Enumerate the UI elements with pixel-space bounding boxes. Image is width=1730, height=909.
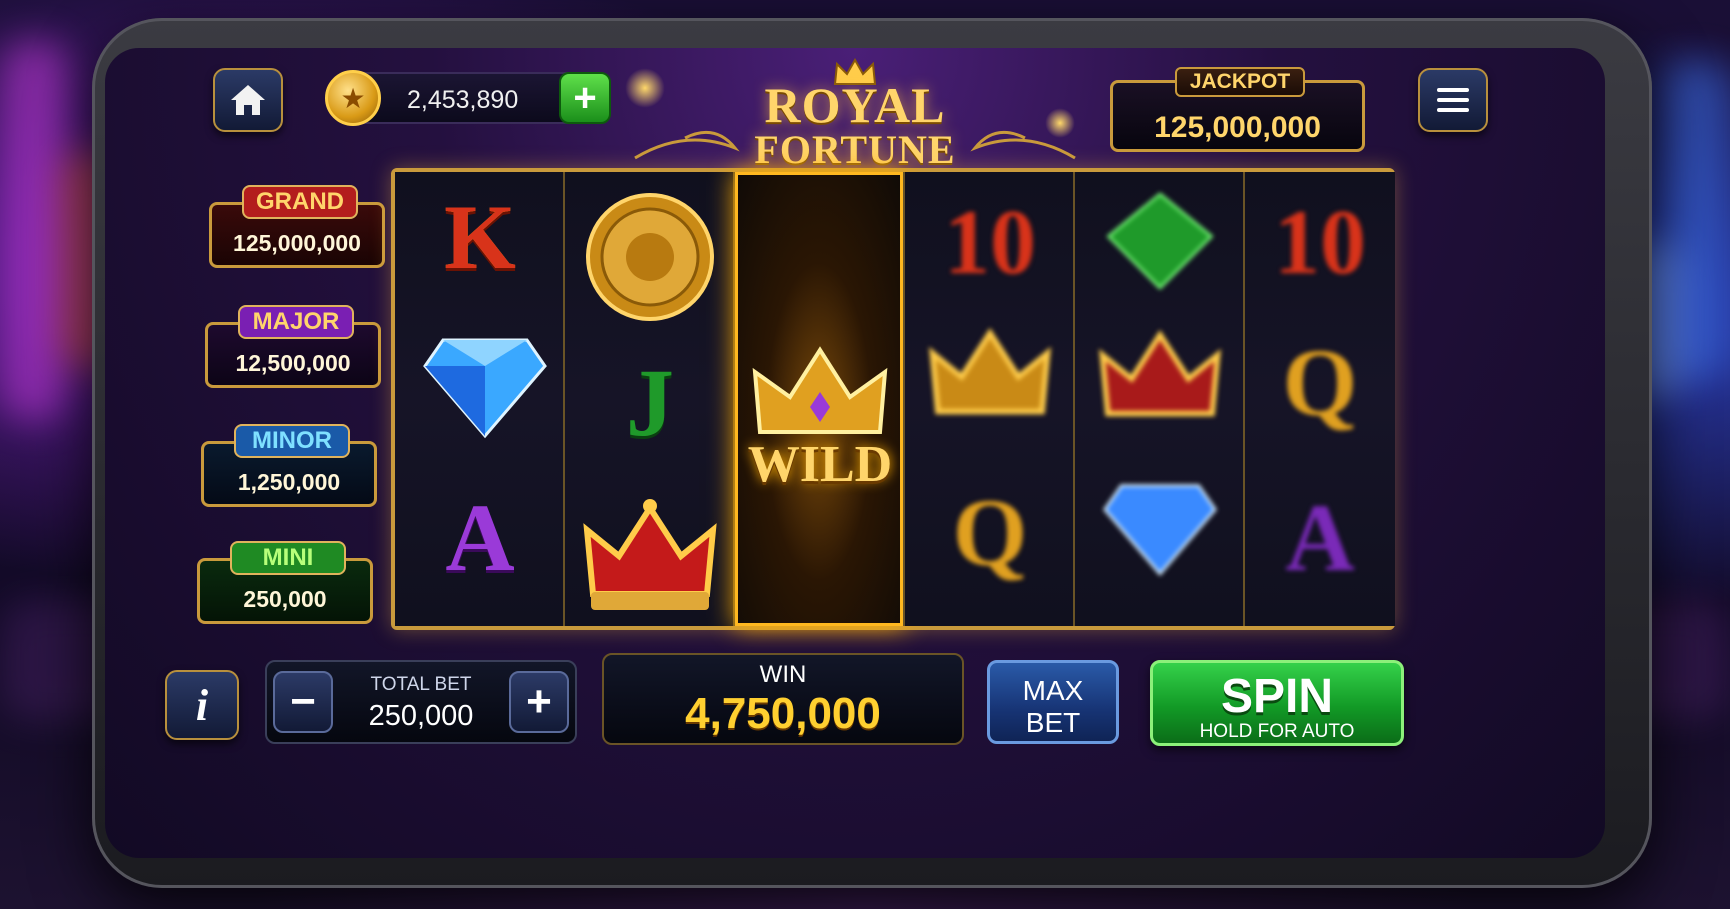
decrease-bet-button[interactable]: − bbox=[273, 671, 333, 733]
coin-icon: ★ bbox=[325, 70, 381, 126]
info-icon: i bbox=[195, 680, 209, 730]
symbol-emerald bbox=[1106, 192, 1214, 290]
jackpot-display: JACKPOT 125,000,000 bbox=[1110, 67, 1365, 152]
tier-major-label: MAJOR bbox=[238, 305, 354, 339]
menu-button[interactable] bbox=[1418, 68, 1488, 132]
symbol-ten: 10 bbox=[944, 191, 1036, 293]
reel-2: J bbox=[565, 172, 735, 626]
tier-minor: MINOR 1,250,000 bbox=[201, 424, 377, 507]
tier-major-value: 12,500,000 bbox=[235, 350, 351, 376]
home-button[interactable] bbox=[213, 68, 283, 132]
symbol-diamond bbox=[423, 338, 547, 439]
game-logo: ROYAL FORTUNE bbox=[625, 48, 1085, 178]
add-coins-button[interactable]: + bbox=[559, 72, 611, 124]
symbol-jack: J bbox=[626, 348, 674, 456]
symbol-ace: A bbox=[445, 483, 515, 591]
tier-mini-label: MINI bbox=[230, 541, 346, 575]
symbol-crown bbox=[1098, 329, 1222, 417]
reel-4: 10 Q bbox=[905, 172, 1075, 626]
reel-3-wild: WILD bbox=[735, 172, 905, 626]
reel-grid: K A J WILD 10 Q 10 Q A bbox=[391, 168, 1395, 630]
symbol-queen: Q bbox=[1282, 328, 1358, 436]
game-screen: ★ 2,453,890 + ROYAL FORTUNE JACKPOT 125,… bbox=[105, 48, 1605, 858]
reel-6: 10 Q A bbox=[1245, 172, 1395, 626]
spin-label: SPIN bbox=[1220, 670, 1334, 723]
win-value: 4,750,000 bbox=[685, 689, 881, 738]
max-bet-button[interactable]: MAX BET bbox=[987, 660, 1119, 744]
symbol-crown bbox=[928, 327, 1052, 415]
tier-mini-value: 250,000 bbox=[243, 586, 327, 612]
reel-5 bbox=[1075, 172, 1245, 626]
symbol-ten: 10 bbox=[1274, 191, 1366, 293]
coin-balance-bar: ★ 2,453,890 + bbox=[325, 70, 611, 126]
symbol-king: K bbox=[444, 186, 516, 288]
spin-button[interactable]: SPIN HOLD FOR AUTO bbox=[1150, 660, 1404, 746]
tier-major: MAJOR 12,500,000 bbox=[205, 305, 381, 388]
total-bet-value: 250,000 bbox=[368, 700, 474, 732]
jackpot-label: JACKPOT bbox=[1175, 67, 1305, 97]
logo-flourish bbox=[634, 130, 1076, 160]
symbol-wild-crown bbox=[752, 346, 888, 434]
increase-bet-button[interactable]: + bbox=[509, 671, 569, 733]
symbol-diamond bbox=[1103, 484, 1217, 577]
hamburger-menu-icon bbox=[1437, 88, 1469, 112]
coin-balance: 2,453,890 bbox=[407, 86, 519, 114]
symbol-crown bbox=[583, 499, 717, 610]
wild-label: WILD bbox=[747, 435, 893, 493]
max-bet-label-line2: BET bbox=[1025, 707, 1081, 738]
symbol-queen: Q bbox=[952, 478, 1028, 586]
reel-1: K A bbox=[395, 172, 565, 626]
total-bet-label: TOTAL BET bbox=[370, 674, 472, 695]
home-icon bbox=[231, 85, 265, 115]
jackpot-value: 125,000,000 bbox=[1154, 111, 1321, 144]
symbol-lion-coin bbox=[586, 193, 714, 321]
tier-grand: GRAND 125,000,000 bbox=[209, 185, 385, 268]
total-bet-panel: − TOTAL BET 250,000 + bbox=[265, 660, 577, 744]
tier-minor-value: 1,250,000 bbox=[237, 469, 341, 495]
tier-minor-label: MINOR bbox=[234, 424, 350, 458]
max-bet-label-line1: MAX bbox=[1022, 675, 1084, 706]
info-button[interactable]: i bbox=[165, 670, 239, 740]
tier-mini: MINI 250,000 bbox=[197, 541, 373, 624]
spin-sublabel: HOLD FOR AUTO bbox=[1199, 721, 1355, 742]
win-label: WIN bbox=[759, 661, 807, 688]
symbol-ace: A bbox=[1285, 483, 1355, 591]
win-panel: WIN 4,750,000 bbox=[602, 653, 964, 745]
tier-grand-label: GRAND bbox=[242, 185, 358, 219]
tier-grand-value: 125,000,000 bbox=[233, 230, 361, 256]
